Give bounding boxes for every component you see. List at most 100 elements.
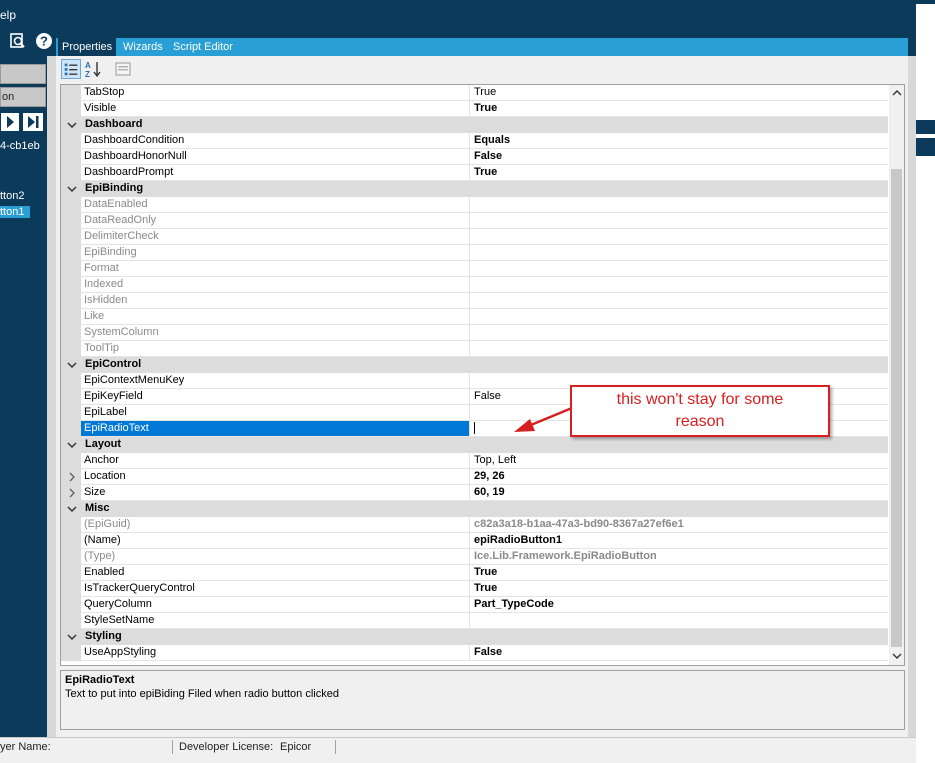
property-name[interactable]: EpiRadioText [81, 421, 470, 437]
property-row[interactable]: DataEnabled [61, 197, 888, 213]
chevron-down-icon[interactable] [66, 631, 78, 643]
property-name[interactable]: (Name) [81, 533, 470, 549]
property-value[interactable]: Top, Left [470, 453, 888, 469]
property-value[interactable] [470, 293, 888, 309]
tab-script-editor[interactable]: Script Editor [169, 38, 237, 56]
property-row[interactable]: DataReadOnly [61, 213, 888, 229]
property-value[interactable]: True [470, 101, 888, 117]
zoom-search-icon[interactable] [8, 31, 28, 51]
tab-properties[interactable]: Properties [58, 38, 117, 56]
property-row[interactable]: EpiBinding [61, 245, 888, 261]
property-name[interactable]: ToolTip [81, 341, 470, 357]
property-value[interactable]: c82a3a18-b1aa-47a3-bd90-8367a27ef6e1 [470, 517, 888, 533]
property-value[interactable] [470, 277, 888, 293]
property-row[interactable]: QueryColumn Part_TypeCode [61, 597, 888, 613]
property-name[interactable]: SystemColumn [81, 325, 470, 341]
property-name[interactable]: DataReadOnly [81, 213, 470, 229]
property-name[interactable]: Like [81, 309, 470, 325]
property-row[interactable]: (Type) Ice.Lib.Framework.EpiRadioButton [61, 549, 888, 565]
property-row[interactable]: Format [61, 261, 888, 277]
property-row[interactable]: Like [61, 309, 888, 325]
tree-item-button2[interactable]: tton2 [0, 190, 24, 202]
alphabetical-sort-icon[interactable]: A Z [83, 59, 103, 79]
property-value[interactable] [470, 229, 888, 245]
category-row[interactable]: Dashboard [61, 117, 888, 133]
property-name[interactable]: DashboardCondition [81, 133, 470, 149]
property-name[interactable]: EpiLabel [81, 405, 470, 421]
chevron-down-icon[interactable] [66, 359, 78, 371]
grid-scrollbar[interactable] [889, 85, 904, 665]
property-value[interactable] [470, 613, 888, 629]
property-value[interactable] [470, 197, 888, 213]
property-row[interactable]: Anchor Top, Left [61, 453, 888, 469]
category-row[interactable]: EpiControl [61, 357, 888, 373]
property-name[interactable]: EpiContextMenuKey [81, 373, 470, 389]
property-row[interactable]: IsHidden [61, 293, 888, 309]
next-record-button[interactable] [0, 112, 20, 132]
property-value[interactable] [470, 213, 888, 229]
property-row[interactable]: SystemColumn [61, 325, 888, 341]
scroll-up-icon[interactable] [892, 88, 902, 98]
property-value[interactable]: True [470, 85, 888, 101]
help-icon[interactable]: ? [34, 31, 54, 51]
property-name[interactable]: IsTrackerQueryControl [81, 581, 470, 597]
property-name[interactable]: DataEnabled [81, 197, 470, 213]
property-value[interactable]: Equals [470, 133, 888, 149]
property-name[interactable]: DashboardPrompt [81, 165, 470, 181]
property-name[interactable]: QueryColumn [81, 597, 470, 613]
category-row[interactable]: Misc [61, 501, 888, 517]
property-value[interactable]: True [470, 581, 888, 597]
property-row[interactable]: DashboardPrompt True [61, 165, 888, 181]
property-row[interactable]: UseAppStyling False [61, 645, 888, 661]
category-row[interactable]: EpiBinding [61, 181, 888, 197]
property-value[interactable]: 29, 26 [470, 469, 888, 485]
property-value[interactable] [470, 341, 888, 357]
property-value[interactable]: epiRadioButton1 [470, 533, 888, 549]
property-name[interactable]: DelimiterCheck [81, 229, 470, 245]
property-name[interactable]: UseAppStyling [81, 645, 470, 661]
property-row[interactable]: StyleSetName [61, 613, 888, 629]
property-row[interactable]: Enabled True [61, 565, 888, 581]
property-value[interactable] [470, 325, 888, 341]
menu-help[interactable]: elp [0, 8, 16, 22]
left-field-1[interactable] [0, 64, 46, 84]
property-name[interactable]: Location [81, 469, 470, 485]
property-value[interactable] [470, 245, 888, 261]
property-name[interactable]: DashboardHonorNull [81, 149, 470, 165]
property-name[interactable]: Format [81, 261, 470, 277]
property-row[interactable]: (Name) epiRadioButton1 [61, 533, 888, 549]
left-field-2[interactable]: on [0, 87, 46, 107]
property-row[interactable]: Location 29, 26 [61, 469, 888, 485]
scroll-thumb[interactable] [891, 169, 902, 647]
tree-item-button1[interactable]: tton1 [0, 206, 30, 218]
chevron-down-icon[interactable] [66, 119, 78, 131]
property-value[interactable]: Ice.Lib.Framework.EpiRadioButton [470, 549, 888, 565]
property-pages-icon[interactable] [113, 59, 133, 79]
property-value[interactable]: True [470, 565, 888, 581]
property-name[interactable]: TabStop [81, 85, 470, 101]
property-name[interactable]: (EpiGuid) [81, 517, 470, 533]
property-name[interactable]: Indexed [81, 277, 470, 293]
property-row[interactable]: Indexed [61, 277, 888, 293]
chevron-right-icon[interactable] [66, 487, 78, 499]
chevron-down-icon[interactable] [66, 503, 78, 515]
property-value[interactable]: False [470, 645, 888, 661]
property-row[interactable]: DashboardHonorNull False [61, 149, 888, 165]
chevron-down-icon[interactable] [66, 439, 78, 451]
property-row[interactable]: Size 60, 19 [61, 485, 888, 501]
property-name[interactable]: Visible [81, 101, 470, 117]
property-row[interactable]: Visible True [61, 101, 888, 117]
category-row[interactable]: Layout [61, 437, 888, 453]
last-record-button[interactable] [22, 112, 44, 132]
property-value[interactable] [470, 309, 888, 325]
property-name[interactable]: IsHidden [81, 293, 470, 309]
property-name[interactable]: StyleSetName [81, 613, 470, 629]
chevron-down-icon[interactable] [66, 183, 78, 195]
property-value[interactable]: False [470, 149, 888, 165]
property-row[interactable]: DelimiterCheck [61, 229, 888, 245]
property-row[interactable]: IsTrackerQueryControl True [61, 581, 888, 597]
property-name[interactable]: Size [81, 485, 470, 501]
property-row[interactable]: (EpiGuid) c82a3a18-b1aa-47a3-bd90-8367a27… [61, 517, 888, 533]
property-row[interactable]: ToolTip [61, 341, 888, 357]
property-value[interactable] [470, 261, 888, 277]
